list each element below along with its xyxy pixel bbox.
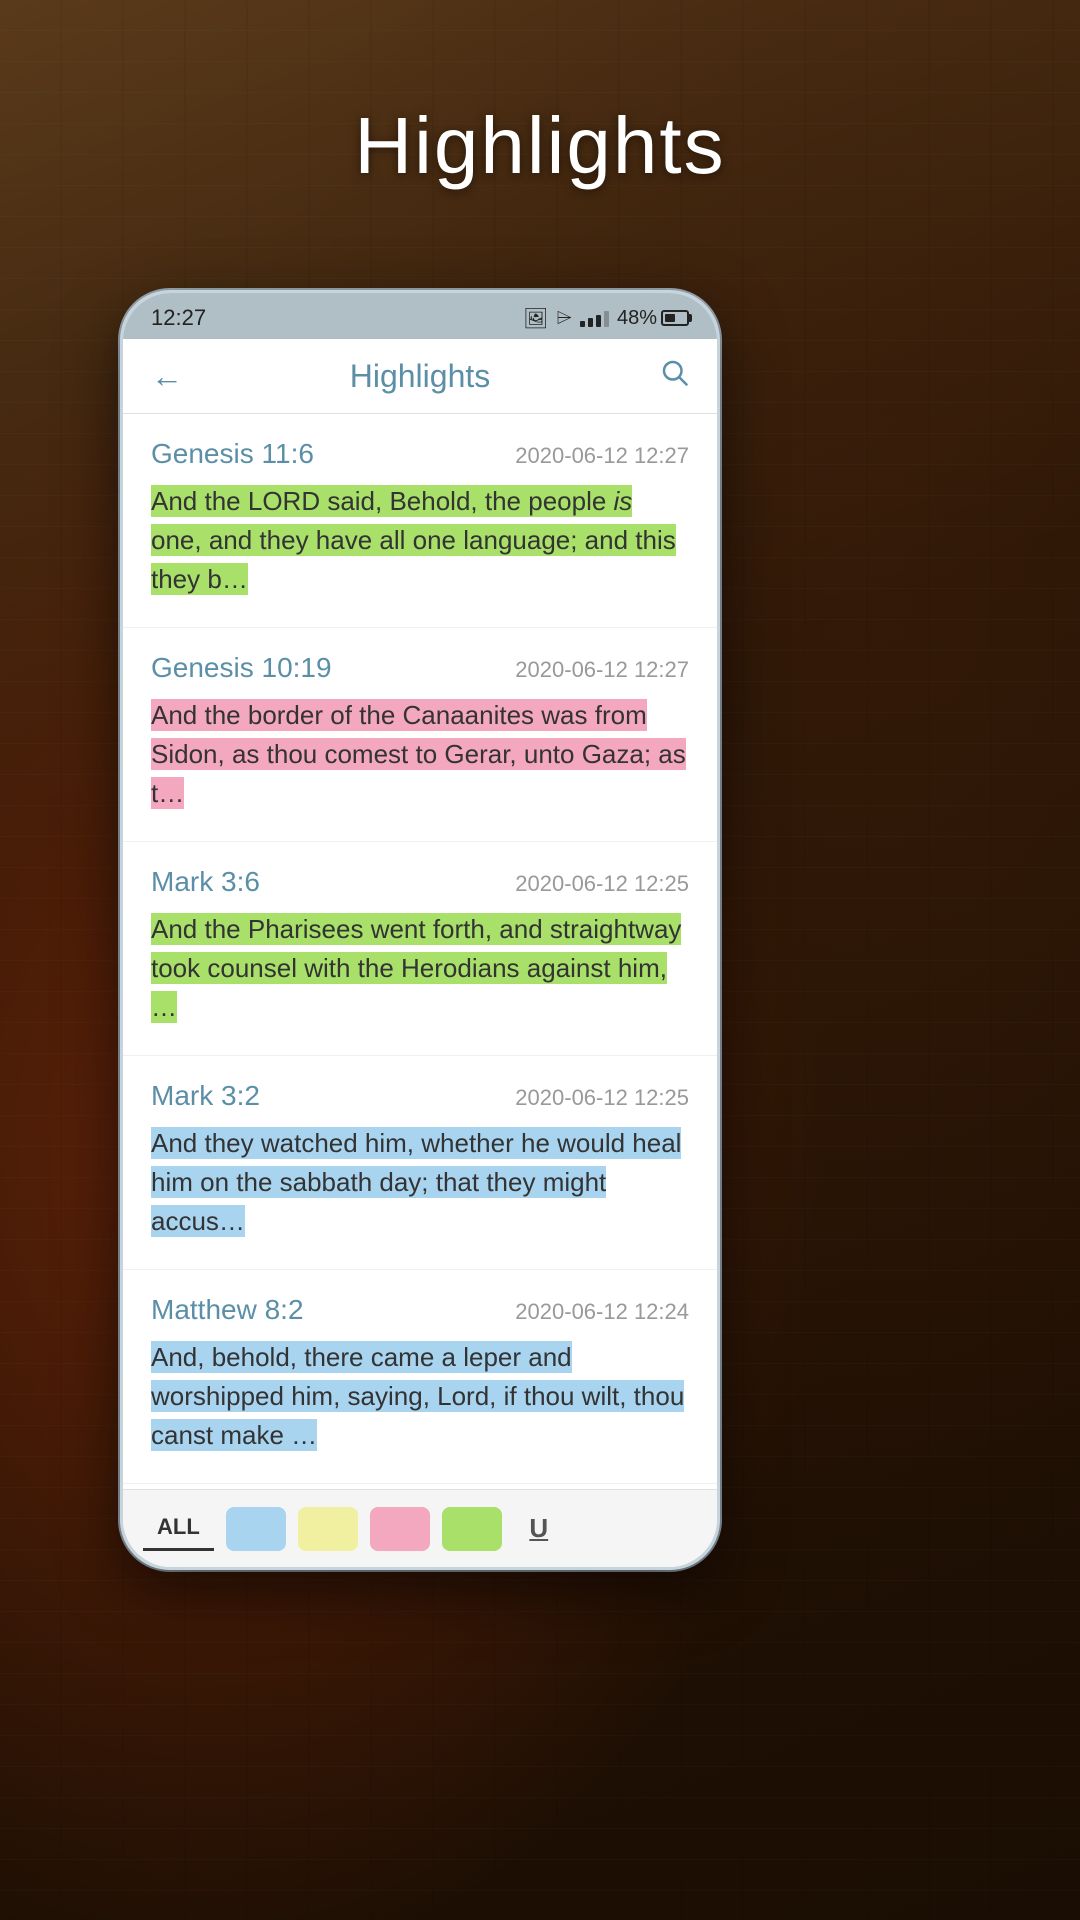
highlight-item-genesis-10-19[interactable]: Genesis 10:19 2020-06-12 12:27 And the b… — [123, 628, 717, 842]
status-bar: 12:27 🖼 ⌲ 48% — [123, 293, 717, 339]
status-icons: 🖼 ⌲ 48% — [523, 306, 689, 331]
highlighted-span: And the border of the Canaanites was fro… — [151, 699, 686, 809]
highlight-text: And they watched him, whether he would h… — [151, 1124, 689, 1241]
filter-bar: ALL U — [123, 1489, 717, 1567]
highlight-meta: Mark 3:6 2020-06-12 12:25 — [151, 866, 689, 898]
highlight-ref: Mark 3:6 — [151, 866, 260, 898]
signal-bars-icon — [580, 309, 609, 327]
highlight-text: And the Pharisees went forth, and straig… — [151, 910, 689, 1027]
battery-percent: 48% — [617, 307, 657, 330]
search-button[interactable] — [649, 357, 689, 395]
highlight-meta: Matthew 8:2 2020-06-12 12:24 — [151, 1294, 689, 1326]
page-title: Highlights — [0, 100, 1080, 192]
highlight-text: And, behold, there came a leper and wors… — [151, 1338, 689, 1455]
app-header: ← Highlights — [123, 339, 717, 414]
highlight-text: And the border of the Canaanites was fro… — [151, 696, 689, 813]
bluetooth-icon: ⌲ — [556, 307, 572, 330]
highlight-item-genesis-11-6[interactable]: Genesis 11:6 2020-06-12 12:27 And the LO… — [123, 414, 717, 628]
phone-inner: 12:27 🖼 ⌲ 48% ← — [123, 293, 717, 1567]
status-time: 12:27 — [151, 305, 206, 331]
phone-mockup: 12:27 🖼 ⌲ 48% ← — [120, 290, 720, 1570]
highlight-ref: Mark 3:2 — [151, 1080, 260, 1112]
battery-indicator: 48% — [617, 307, 689, 330]
highlighted-span: And they watched him, whether he would h… — [151, 1127, 681, 1237]
highlight-ref: Genesis 10:19 — [151, 652, 332, 684]
header-title: Highlights — [350, 358, 491, 395]
back-button[interactable]: ← — [151, 358, 191, 395]
filter-green-button[interactable] — [442, 1507, 502, 1551]
highlighted-span: And, behold, there came a leper and wors… — [151, 1341, 684, 1451]
filter-pink-button[interactable] — [370, 1507, 430, 1551]
filter-yellow-button[interactable] — [298, 1507, 358, 1551]
highlight-date: 2020-06-12 12:25 — [515, 871, 689, 897]
highlight-item-mark-3-2[interactable]: Mark 3:2 2020-06-12 12:25 And they watch… — [123, 1056, 717, 1270]
highlight-text: And the LORD said, Behold, the people is… — [151, 482, 689, 599]
highlight-meta: Mark 3:2 2020-06-12 12:25 — [151, 1080, 689, 1112]
highlight-date: 2020-06-12 12:25 — [515, 1085, 689, 1111]
highlight-date: 2020-06-12 12:24 — [515, 1299, 689, 1325]
highlights-list: Genesis 11:6 2020-06-12 12:27 And the LO… — [123, 414, 717, 1489]
highlight-item-mark-3-6[interactable]: Mark 3:6 2020-06-12 12:25 And the Pharis… — [123, 842, 717, 1056]
highlighted-span: And the Pharisees went forth, and straig… — [151, 913, 681, 1023]
highlighted-span: And the LORD said, Behold, the people is… — [151, 485, 676, 595]
battery-icon — [661, 310, 689, 326]
highlight-date: 2020-06-12 12:27 — [515, 657, 689, 683]
highlight-item-matthew-8-2[interactable]: Matthew 8:2 2020-06-12 12:24 And, behold… — [123, 1270, 717, 1484]
highlight-meta: Genesis 11:6 2020-06-12 12:27 — [151, 438, 689, 470]
filter-blue-button[interactable] — [226, 1507, 286, 1551]
highlight-ref: Matthew 8:2 — [151, 1294, 304, 1326]
filter-all-button[interactable]: ALL — [143, 1506, 214, 1551]
highlight-meta: Genesis 10:19 2020-06-12 12:27 — [151, 652, 689, 684]
image-icon: 🖼 — [523, 306, 548, 331]
highlight-ref: Genesis 11:6 — [151, 438, 314, 470]
highlight-date: 2020-06-12 12:27 — [515, 443, 689, 469]
filter-underline-button[interactable]: U — [514, 1507, 564, 1551]
